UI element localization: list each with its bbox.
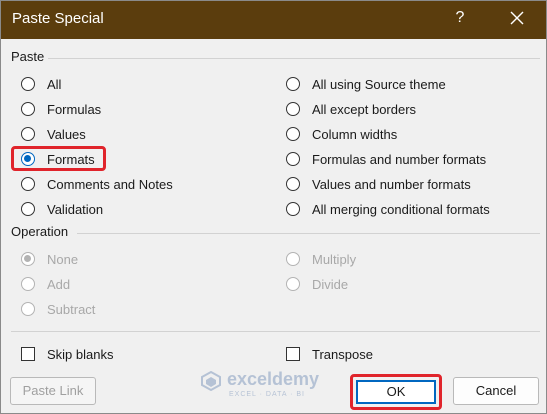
radio-column-widths[interactable]: Column widths: [286, 124, 397, 144]
radio-button[interactable]: [21, 202, 35, 216]
option-label: Validation: [47, 201, 104, 217]
radio-button[interactable]: [286, 177, 300, 191]
paste-special-dialog: Paste Special ? Paste All Formulas Value…: [0, 0, 547, 414]
option-label: Transpose: [312, 346, 373, 362]
option-label: Add: [47, 276, 71, 292]
radio-all-except-borders[interactable]: All except borders: [286, 99, 416, 119]
title-bar: Paste Special ?: [1, 1, 546, 39]
radio-values[interactable]: Values: [21, 124, 86, 144]
watermark-name: exceldemy: [227, 369, 320, 389]
radio-button[interactable]: [286, 277, 300, 291]
checkbox-transpose[interactable]: Transpose: [286, 344, 373, 364]
option-label: Column widths: [312, 126, 398, 142]
checkbox[interactable]: [286, 347, 300, 361]
options-divider: [11, 331, 540, 332]
radio-button[interactable]: [286, 127, 300, 141]
ok-button[interactable]: OK: [356, 380, 436, 404]
radio-multiply[interactable]: Multiply: [286, 249, 356, 269]
cancel-button[interactable]: Cancel: [453, 377, 539, 405]
ok-highlight: OK: [350, 374, 442, 410]
radio-formulas-and-number-formats[interactable]: Formulas and number formats: [286, 149, 486, 169]
option-label: All: [47, 76, 62, 92]
option-label: Comments and Notes: [47, 176, 173, 192]
paste-link-button[interactable]: Paste Link: [10, 377, 96, 405]
paste-heading: Paste: [11, 49, 45, 64]
radio-button[interactable]: [286, 152, 300, 166]
watermark-tagline: EXCEL · DATA · BI: [229, 391, 305, 398]
radio-button[interactable]: [286, 202, 300, 216]
radio-subtract[interactable]: Subtract: [21, 299, 95, 319]
option-label: Skip blanks: [47, 346, 114, 362]
radio-button-selected[interactable]: [21, 152, 35, 166]
option-label: Formulas and number formats: [312, 151, 487, 167]
radio-button[interactable]: [286, 252, 300, 266]
option-label: None: [47, 251, 79, 267]
exceldemy-logo-icon: [201, 371, 221, 391]
radio-divide[interactable]: Divide: [286, 274, 348, 294]
close-icon[interactable]: [506, 7, 528, 29]
dialog-title: Paste Special: [12, 10, 104, 27]
option-label: Values and number formats: [312, 176, 471, 192]
operation-heading: Operation: [11, 224, 69, 239]
radio-formats[interactable]: Formats: [21, 149, 95, 169]
option-label: Subtract: [47, 301, 96, 317]
radio-all-using-source-theme[interactable]: All using Source theme: [286, 74, 446, 94]
option-label: Formulas: [47, 101, 102, 117]
radio-values-and-number-formats[interactable]: Values and number formats: [286, 174, 471, 194]
option-label: All except borders: [312, 101, 417, 117]
option-label: All merging conditional formats: [312, 201, 490, 217]
radio-button[interactable]: [21, 77, 35, 91]
radio-none[interactable]: None: [21, 249, 78, 269]
radio-comments-and-notes[interactable]: Comments and Notes: [21, 174, 173, 194]
radio-button[interactable]: [21, 277, 35, 291]
option-label: Values: [47, 126, 86, 142]
radio-button-selected[interactable]: [21, 252, 35, 266]
option-label: Formats: [47, 151, 95, 167]
radio-all[interactable]: All: [21, 74, 61, 94]
help-button[interactable]: ?: [453, 9, 467, 27]
radio-validation[interactable]: Validation: [21, 199, 103, 219]
option-label: Multiply: [312, 251, 357, 267]
option-label: All using Source theme: [312, 76, 446, 92]
option-label: Divide: [312, 276, 349, 292]
exceldemy-watermark: exceldemy EXCEL · DATA · BI: [199, 367, 359, 407]
radio-button[interactable]: [286, 102, 300, 116]
radio-button[interactable]: [21, 302, 35, 316]
radio-button[interactable]: [21, 177, 35, 191]
radio-button[interactable]: [286, 77, 300, 91]
radio-all-merging-conditional-formats[interactable]: All merging conditional formats: [286, 199, 490, 219]
checkbox[interactable]: [21, 347, 35, 361]
paste-divider: [48, 58, 540, 59]
radio-add[interactable]: Add: [21, 274, 70, 294]
operation-divider: [77, 233, 540, 234]
checkbox-skip-blanks[interactable]: Skip blanks: [21, 344, 113, 364]
radio-button[interactable]: [21, 102, 35, 116]
radio-button[interactable]: [21, 127, 35, 141]
radio-formulas[interactable]: Formulas: [21, 99, 101, 119]
